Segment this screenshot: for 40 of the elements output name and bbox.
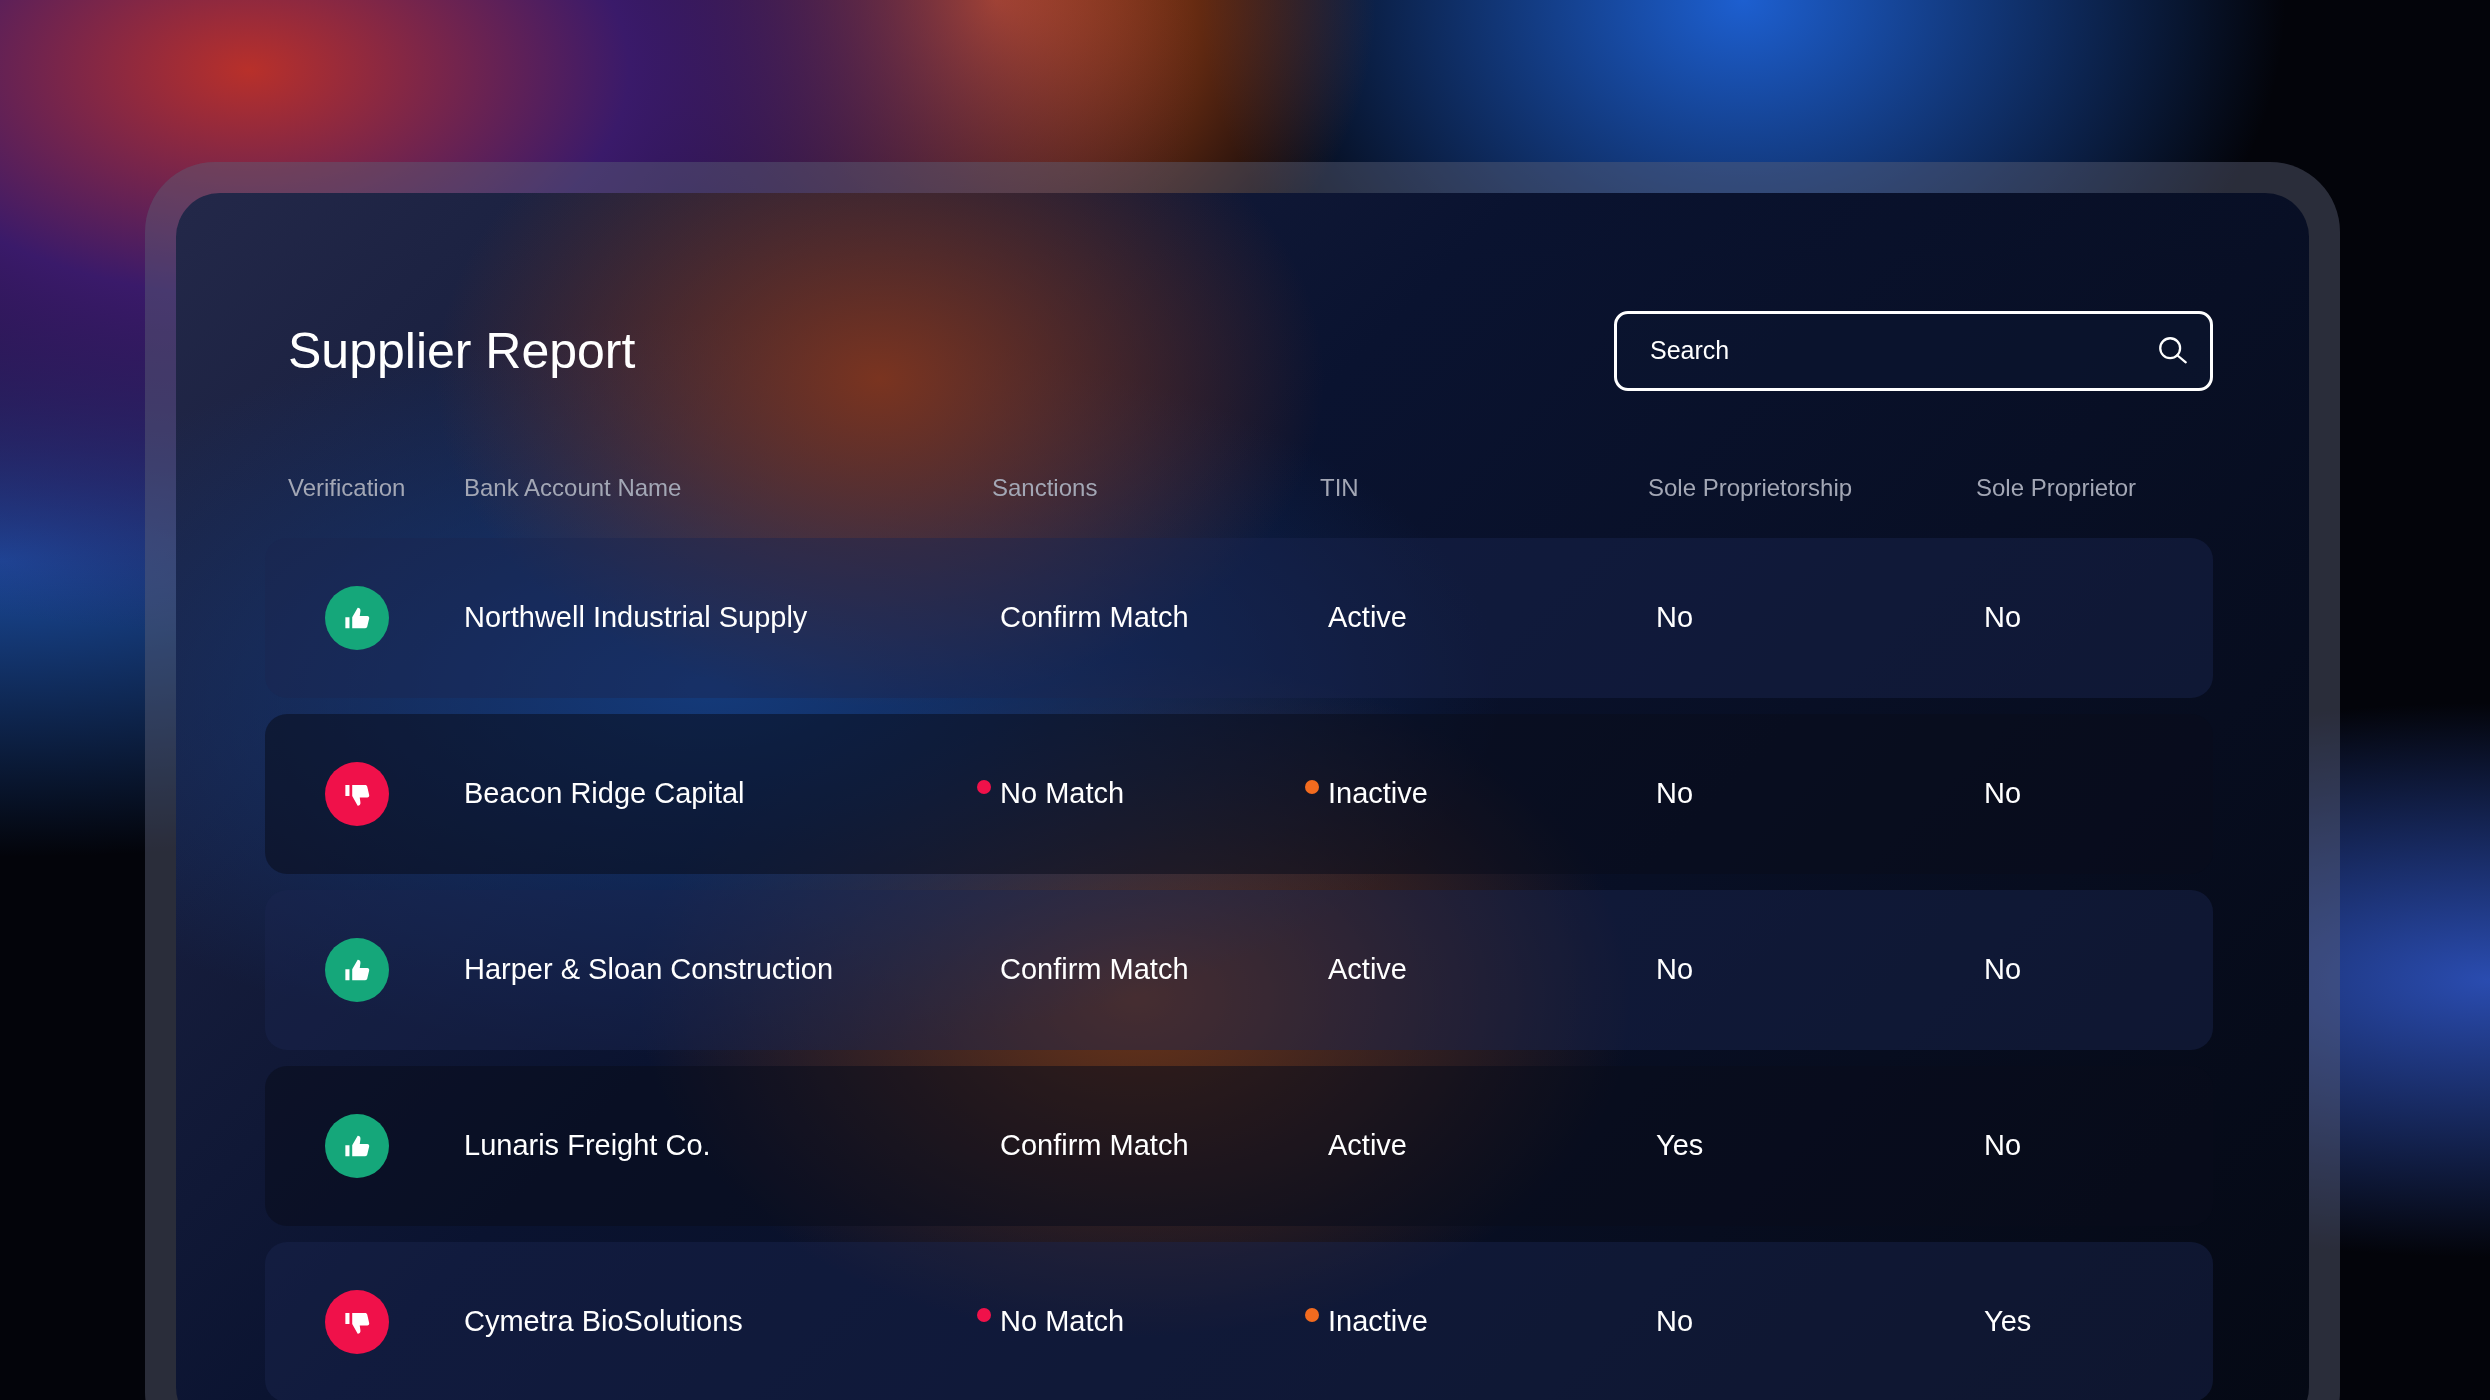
thumbs-up-icon	[344, 957, 370, 983]
table-cell-text: Active	[1328, 1128, 1407, 1164]
column-header: Sole Proprietorship	[1648, 474, 1853, 501]
table-row[interactable]: Harper & Sloan Construction Confirm Match Active No No	[265, 890, 2213, 1050]
table-cell-text: No	[1984, 952, 2022, 988]
table-cell-text: Beacon Ridge Capital	[464, 776, 745, 812]
search-field[interactable]: Search	[1614, 311, 2213, 391]
column-header: Sanctions	[992, 474, 1098, 501]
table-cell-text: Active	[1328, 952, 1407, 988]
thumbs-up-icon	[344, 1133, 370, 1159]
table-cell-text: No	[1656, 600, 1694, 636]
table-cell-text: Confirm Match	[1000, 600, 1189, 636]
table-cell-text: Yes	[1656, 1128, 1704, 1164]
column-header: Verification	[288, 474, 406, 501]
table-cell-text: Confirm Match	[1000, 1128, 1189, 1164]
column-header: Bank Account Name	[464, 474, 682, 501]
table-cell-text: No	[1656, 776, 1694, 812]
search-input[interactable]: Search	[1650, 332, 2156, 370]
table-row[interactable]: Cymetra BioSolutions No Match Inactive No Yes	[265, 1242, 2213, 1400]
column-header: TIN	[1320, 474, 1359, 501]
table-cell-text: Active	[1328, 600, 1407, 636]
table-cell-text: No	[1984, 1128, 2022, 1164]
table-cell-text: Inactive	[1328, 776, 1428, 812]
table-cell-text: Cymetra BioSolutions	[464, 1304, 743, 1340]
table-row[interactable]: Northwell Industrial Supply Confirm Match Active No No	[265, 538, 2213, 698]
table-cell-text: Northwell Industrial Supply	[464, 600, 808, 636]
table-cell-text: No	[1656, 952, 1694, 988]
report-title: Supplier Report	[288, 326, 636, 376]
table-cell-text: Inactive	[1328, 1304, 1428, 1340]
table-cell-text: Lunaris Freight Co.	[464, 1128, 711, 1164]
table-cell-text: Harper & Sloan Construction	[464, 952, 834, 988]
table-cell-text: No	[1984, 776, 2022, 812]
table-cell-text: No	[1656, 1304, 1694, 1340]
thumbs-up-icon	[344, 605, 370, 631]
table-cell-text: No	[1984, 600, 2022, 636]
table-cell-text: Yes	[1984, 1304, 2032, 1340]
table-cell-text: No Match	[1000, 776, 1125, 812]
column-header: Sole Proprietor	[1976, 474, 2137, 501]
table-cell-text: No Match	[1000, 1304, 1125, 1340]
table-cell-text: Confirm Match	[1000, 952, 1189, 988]
